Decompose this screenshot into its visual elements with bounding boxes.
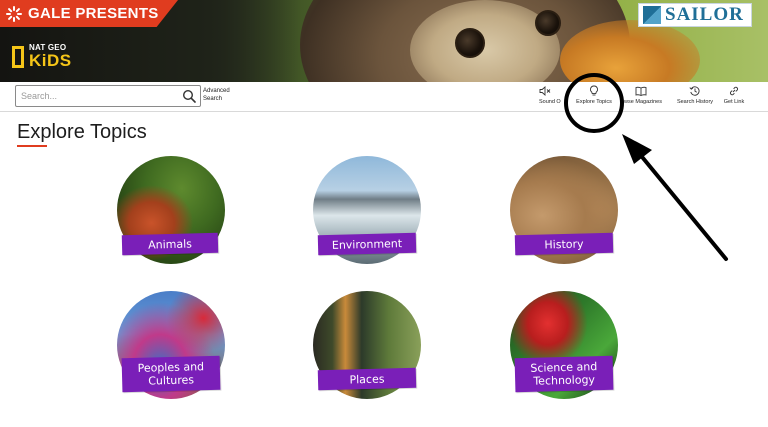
topic-label-history: History	[514, 232, 614, 256]
topic-label-animals: Animals	[121, 232, 219, 256]
link-icon	[730, 86, 738, 96]
topic-card-history[interactable]: History	[510, 156, 618, 264]
title-underline	[17, 145, 47, 147]
search-history-button[interactable]: Search History	[674, 85, 716, 111]
natgeo-kids-logo[interactable]: NAT GEO KiDS	[12, 44, 72, 69]
gale-presents-label: GALE PRESENTS	[28, 5, 159, 22]
topic-label-science-and-technology: Science and Technology	[514, 355, 614, 393]
open-book-icon	[635, 86, 647, 96]
natgeo-frame-icon	[12, 45, 24, 68]
search-input[interactable]	[21, 88, 176, 104]
sound-toggle-button[interactable]: Sound O	[539, 85, 563, 111]
sailor-emblem-icon	[643, 6, 661, 24]
gale-burst-icon	[6, 5, 22, 22]
annotation-circle	[564, 73, 624, 133]
get-link-label: Get Link	[723, 99, 745, 105]
history-clock-icon	[689, 86, 700, 96]
search-icon[interactable]	[182, 89, 196, 103]
browse-magazines-button[interactable]: owse Magazines	[621, 85, 669, 111]
topic-card-science-and-technology[interactable]: Science and Technology	[510, 291, 618, 399]
search-history-label: Search History	[676, 99, 714, 105]
browse-magazines-label: owse Magazines	[621, 99, 662, 105]
advanced-search-link[interactable]: Advanced Search	[203, 87, 239, 103]
topic-card-peoples-and-cultures[interactable]: Peoples and Cultures	[117, 291, 225, 399]
topic-card-environment[interactable]: Environment	[313, 156, 421, 264]
topic-label-environment: Environment	[317, 232, 417, 256]
banner-monkey-eye	[455, 28, 485, 58]
banner-monkey-eye	[535, 10, 561, 36]
topic-label-peoples-and-cultures: Peoples and Cultures	[121, 355, 221, 393]
toolbar: Advanced Search Sound O Explore Topics o…	[0, 82, 768, 112]
get-link-button[interactable]: Get Link	[721, 85, 747, 111]
topic-card-places[interactable]: Places	[313, 291, 421, 399]
sound-toggle-label: Sound O	[539, 99, 561, 105]
header-banner: GALE PRESENTS NAT GEO KiDS SAILOR	[0, 0, 768, 82]
speaker-mute-icon	[539, 85, 551, 97]
gale-presents-badge[interactable]: GALE PRESENTS	[0, 0, 178, 27]
page-title: Explore Topics	[17, 121, 147, 143]
search-box	[15, 85, 201, 107]
topic-label-places: Places	[317, 367, 417, 391]
sailor-logo[interactable]: SAILOR	[638, 3, 752, 27]
topic-card-animals[interactable]: Animals	[117, 156, 225, 264]
sailor-logo-text: SAILOR	[665, 4, 744, 25]
natgeo-brand-kids: KiDS	[29, 51, 72, 70]
